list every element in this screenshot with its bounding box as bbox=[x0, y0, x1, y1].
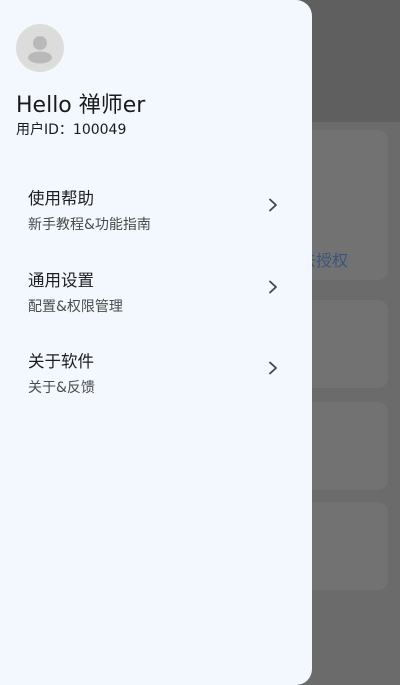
menu-item-subtitle: 关于&反馈 bbox=[28, 380, 95, 396]
background-card bbox=[300, 402, 388, 490]
user-avatar-icon bbox=[28, 36, 52, 64]
menu-item-settings[interactable]: 通用设置 配置&权限管理 bbox=[0, 267, 312, 339]
menu-item-title: 通用设置 bbox=[28, 271, 94, 290]
greeting-text: Hello 禅师er bbox=[16, 93, 146, 118]
menu-item-title: 使用帮助 bbox=[28, 189, 94, 208]
menu-item-title: 关于软件 bbox=[28, 352, 94, 371]
avatar[interactable] bbox=[16, 24, 64, 72]
menu-item-about[interactable]: 关于软件 关于&反馈 bbox=[0, 348, 312, 420]
menu-item-subtitle: 新手教程&功能指南 bbox=[28, 217, 151, 233]
background-card bbox=[300, 502, 388, 590]
screen: 去授权 Hello 禅师er 用户ID：100049 使用帮助 新手教程&功能指… bbox=[0, 0, 400, 685]
menu-item-subtitle: 配置&权限管理 bbox=[28, 299, 123, 315]
chevron-right-icon bbox=[269, 198, 277, 212]
user-id-text: 用户ID：100049 bbox=[16, 122, 127, 138]
navigation-drawer: Hello 禅师er 用户ID：100049 使用帮助 新手教程&功能指南 通用… bbox=[0, 0, 312, 685]
background-card bbox=[300, 300, 388, 388]
chevron-right-icon bbox=[269, 280, 277, 294]
chevron-right-icon bbox=[269, 361, 277, 375]
menu-item-help[interactable]: 使用帮助 新手教程&功能指南 bbox=[0, 185, 312, 257]
